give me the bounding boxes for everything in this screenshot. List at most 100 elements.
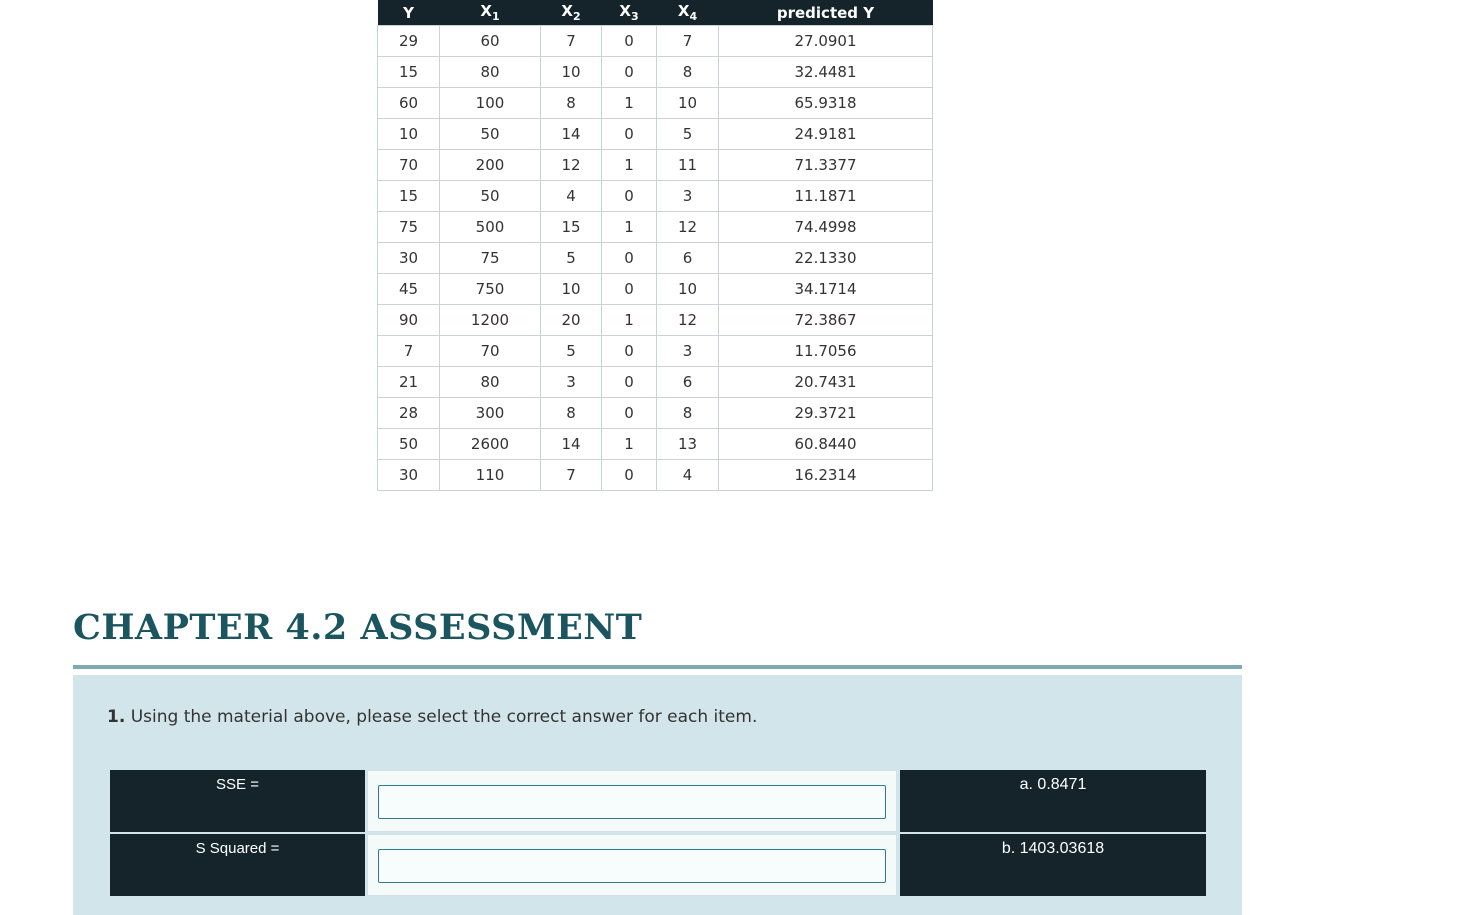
answer-cell-s-squared bbox=[367, 834, 897, 896]
cell-predicted-y: 29.3721 bbox=[718, 397, 933, 429]
column-header-x1: X1 bbox=[439, 0, 541, 26]
cell-predicted-y: 65.9318 bbox=[718, 87, 933, 119]
cell-predicted-y: 22.1330 bbox=[718, 242, 933, 274]
cell-x1: 1200 bbox=[439, 304, 541, 336]
option-b[interactable]: b. 1403.03618 bbox=[900, 834, 1206, 896]
table-row: 28 300 8 0 8 29.3721 bbox=[377, 397, 933, 429]
cell-x3: 1 bbox=[601, 149, 657, 181]
table-row: 21 80 3 0 6 20.7431 bbox=[377, 366, 933, 398]
cell-x4: 8 bbox=[656, 56, 719, 88]
chapter-title: CHAPTER 4.2 ASSESSMENT bbox=[73, 607, 643, 648]
cell-y: 45 bbox=[377, 273, 440, 305]
cell-x2: 10 bbox=[540, 56, 602, 88]
cell-x1: 50 bbox=[439, 180, 541, 212]
answer-input-sse[interactable] bbox=[378, 785, 886, 819]
cell-predicted-y: 16.2314 bbox=[718, 459, 933, 491]
title-divider bbox=[73, 665, 1242, 669]
cell-x3: 0 bbox=[601, 180, 657, 212]
cell-x1: 75 bbox=[439, 242, 541, 274]
cell-predicted-y: 60.8440 bbox=[718, 428, 933, 460]
column-header-x4: X4 bbox=[656, 0, 719, 26]
cell-predicted-y: 32.4481 bbox=[718, 56, 933, 88]
question-number: 1. bbox=[107, 707, 126, 727]
table-row: 10 50 14 0 5 24.9181 bbox=[377, 118, 933, 150]
cell-x4: 5 bbox=[656, 118, 719, 150]
cell-y: 29 bbox=[377, 25, 440, 57]
cell-x4: 6 bbox=[656, 242, 719, 274]
table-row: 60 100 8 1 10 65.9318 bbox=[377, 87, 933, 119]
cell-x2: 10 bbox=[540, 273, 602, 305]
cell-x1: 80 bbox=[439, 56, 541, 88]
cell-x1: 60 bbox=[439, 25, 541, 57]
cell-x4: 6 bbox=[656, 366, 719, 398]
cell-predicted-y: 71.3377 bbox=[718, 149, 933, 181]
cell-predicted-y: 34.1714 bbox=[718, 273, 933, 305]
question-text: Using the material above, please select … bbox=[130, 707, 758, 727]
matching-row-sse: SSE = a. 0.8471 bbox=[110, 770, 1206, 832]
table-row: 50 2600 14 1 13 60.8440 bbox=[377, 428, 933, 460]
cell-predicted-y: 20.7431 bbox=[718, 366, 933, 398]
cell-y: 28 bbox=[377, 397, 440, 429]
cell-x4: 8 bbox=[656, 397, 719, 429]
cell-y: 70 bbox=[377, 149, 440, 181]
cell-predicted-y: 74.4998 bbox=[718, 211, 933, 243]
cell-x1: 500 bbox=[439, 211, 541, 243]
cell-x2: 12 bbox=[540, 149, 602, 181]
table-row: 70 200 12 1 11 71.3377 bbox=[377, 149, 933, 181]
cell-y: 50 bbox=[377, 428, 440, 460]
cell-x4: 10 bbox=[656, 87, 719, 119]
cell-x1: 750 bbox=[439, 273, 541, 305]
cell-x3: 0 bbox=[601, 273, 657, 305]
column-header-x2: X2 bbox=[540, 0, 602, 26]
cell-x1: 70 bbox=[439, 335, 541, 367]
term-s-squared: S Squared = bbox=[110, 834, 365, 896]
cell-x4: 13 bbox=[656, 428, 719, 460]
cell-predicted-y: 27.0901 bbox=[718, 25, 933, 57]
table-row: 7 70 5 0 3 11.7056 bbox=[377, 335, 933, 367]
cell-x2: 20 bbox=[540, 304, 602, 336]
cell-y: 30 bbox=[377, 459, 440, 491]
cell-x3: 1 bbox=[601, 304, 657, 336]
option-a[interactable]: a. 0.8471 bbox=[900, 770, 1206, 832]
cell-x2: 14 bbox=[540, 118, 602, 150]
cell-x4: 12 bbox=[656, 304, 719, 336]
cell-x2: 8 bbox=[540, 397, 602, 429]
cell-x4: 12 bbox=[656, 211, 719, 243]
table-row: 30 75 5 0 6 22.1330 bbox=[377, 242, 933, 274]
table-row: 15 50 4 0 3 11.1871 bbox=[377, 180, 933, 212]
cell-y: 90 bbox=[377, 304, 440, 336]
answer-input-s-squared[interactable] bbox=[378, 849, 886, 883]
term-sse: SSE = bbox=[110, 770, 365, 832]
cell-x2: 5 bbox=[540, 335, 602, 367]
table-row: 15 80 10 0 8 32.4481 bbox=[377, 56, 933, 88]
question-prompt: 1. Using the material above, please sele… bbox=[107, 707, 757, 727]
cell-x3: 0 bbox=[601, 25, 657, 57]
cell-x4: 4 bbox=[656, 459, 719, 491]
cell-x2: 4 bbox=[540, 180, 602, 212]
cell-predicted-y: 24.9181 bbox=[718, 118, 933, 150]
cell-x2: 3 bbox=[540, 366, 602, 398]
cell-y: 10 bbox=[377, 118, 440, 150]
cell-x2: 15 bbox=[540, 211, 602, 243]
cell-x3: 0 bbox=[601, 366, 657, 398]
answer-cell-sse bbox=[367, 770, 897, 832]
cell-y: 21 bbox=[377, 366, 440, 398]
cell-x3: 1 bbox=[601, 87, 657, 119]
cell-x1: 80 bbox=[439, 366, 541, 398]
cell-x3: 0 bbox=[601, 335, 657, 367]
cell-y: 30 bbox=[377, 242, 440, 274]
cell-y: 15 bbox=[377, 180, 440, 212]
cell-x1: 110 bbox=[439, 459, 541, 491]
cell-x2: 7 bbox=[540, 25, 602, 57]
cell-x4: 7 bbox=[656, 25, 719, 57]
cell-x3: 0 bbox=[601, 459, 657, 491]
column-header-y: Y bbox=[377, 0, 440, 26]
cell-x1: 100 bbox=[439, 87, 541, 119]
table-row: 90 1200 20 1 12 72.3867 bbox=[377, 304, 933, 336]
matching-row-s-squared: S Squared = b. 1403.03618 bbox=[110, 834, 1206, 896]
cell-predicted-y: 11.7056 bbox=[718, 335, 933, 367]
cell-x1: 300 bbox=[439, 397, 541, 429]
cell-x2: 8 bbox=[540, 87, 602, 119]
table-header-row: Y X1 X2 X3 X4 predicted Y bbox=[377, 0, 933, 26]
cell-x4: 11 bbox=[656, 149, 719, 181]
